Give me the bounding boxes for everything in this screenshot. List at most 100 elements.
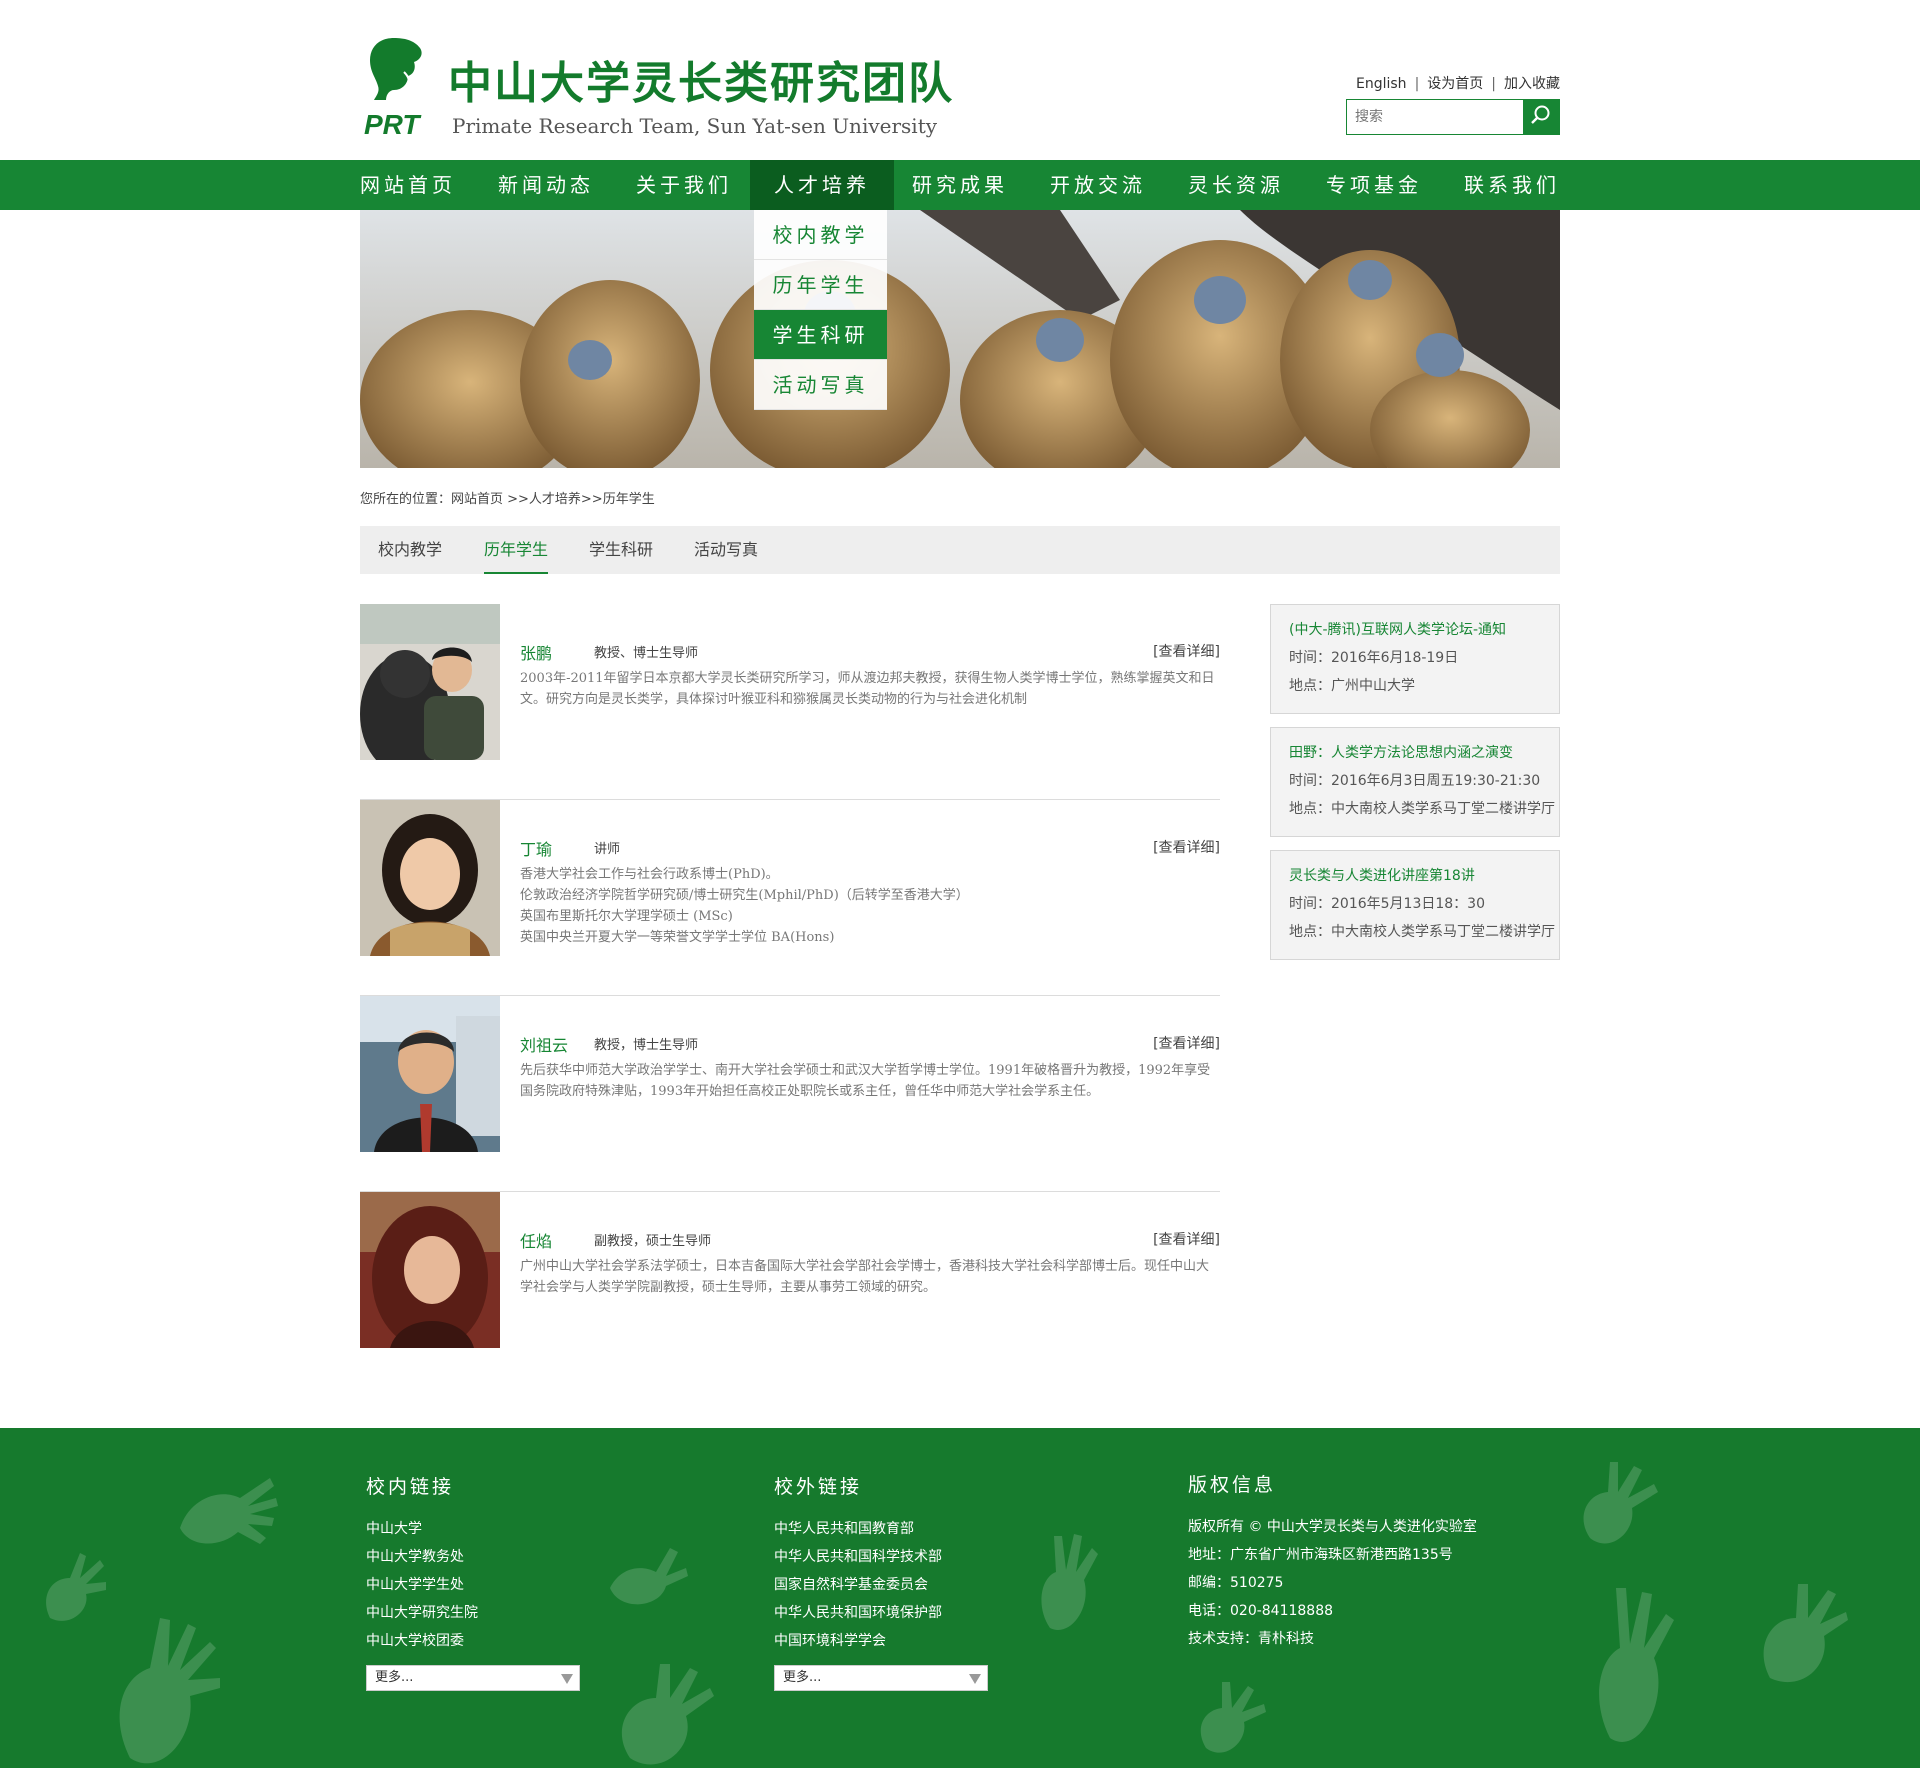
person-photo[interactable] xyxy=(360,1192,500,1348)
english-link[interactable]: English xyxy=(1356,76,1407,92)
dropdown-item-students[interactable]: 历年学生 xyxy=(754,260,887,310)
nav-item-talent[interactable]: 人才培养 xyxy=(750,160,894,210)
person-description: 香港大学社会工作与社会行政系博士(PhD)。 伦敦政治经济学院哲学研究硕/博士研… xyxy=(520,864,1220,948)
footer-link[interactable]: 国家自然科学基金委员会 xyxy=(774,1571,988,1599)
tech-support-text: 技术支持：青朴科技 xyxy=(1188,1631,1314,1647)
person-title: 讲师 xyxy=(594,842,621,857)
event-title[interactable]: 田野：人类学方法论思想内涵之演变 xyxy=(1289,744,1541,762)
search-icon xyxy=(1530,104,1552,130)
nav-item-about[interactable]: 关于我们 xyxy=(636,160,732,210)
list-item: 任焰 副教授，硕士生导师 [查看详细] 广州中山大学社会学系法学硕士，日本吉备国… xyxy=(360,1192,1220,1388)
view-detail-link[interactable]: [查看详细] xyxy=(1153,1229,1220,1249)
chevron-down-icon xyxy=(969,1674,981,1684)
people-list: 张鹏 教授、博士生导师 [查看详细] 2003年-2011年留学日本京都大学灵长… xyxy=(360,604,1220,1388)
select-value: 更多... xyxy=(783,1670,822,1685)
hand-print-icon xyxy=(1583,1462,1658,1544)
footer-link[interactable]: 中山大学研究生院 xyxy=(366,1599,580,1627)
footer-copyright: 版权信息 版权所有 © 中山大学灵长类与人类进化实验室 地址：广东省广州市海珠区… xyxy=(1188,1470,1477,1653)
view-detail-link[interactable]: [查看详细] xyxy=(1153,1033,1220,1053)
tab-teaching[interactable]: 校内教学 xyxy=(378,526,442,574)
logo-text: PRT xyxy=(364,109,422,138)
tab-students[interactable]: 历年学生 xyxy=(484,526,549,574)
view-detail-link[interactable]: [查看详细] xyxy=(1153,837,1220,857)
event-time: 时间：2016年6月18-19日 xyxy=(1289,650,1459,666)
hand-print-icon xyxy=(46,1553,106,1621)
person-name[interactable]: 张鹏 xyxy=(520,640,552,664)
list-item: 张鹏 教授、博士生导师 [查看详细] 2003年-2011年留学日本京都大学灵长… xyxy=(360,604,1220,800)
sub-tabs: 校内教学 历年学生 学生科研 活动写真 xyxy=(360,526,1560,574)
search-box xyxy=(1346,99,1560,135)
footer-link[interactable]: 中华人民共和国环境保护部 xyxy=(774,1599,988,1627)
hand-print-icon xyxy=(621,1664,714,1765)
tab-research[interactable]: 学生科研 xyxy=(589,526,653,574)
site-footer: 校内链接 中山大学 中山大学教务处 中山大学学生处 中山大学研究生院 中山大学校… xyxy=(0,1428,1920,1768)
divider: | xyxy=(1414,76,1420,92)
hand-print-icon xyxy=(1200,1682,1266,1753)
event-card: 田野：人类学方法论思想内涵之演变 时间：2016年6月3日周五19:30-21:… xyxy=(1270,727,1560,837)
person-name[interactable]: 任焰 xyxy=(520,1228,552,1252)
more-links-select[interactable]: 更多... xyxy=(366,1665,580,1691)
talent-dropdown-menu: 校内教学 历年学生 学生科研 活动写真 xyxy=(754,210,887,410)
dropdown-item-teaching[interactable]: 校内教学 xyxy=(754,210,887,260)
add-favorite-link[interactable]: 加入收藏 xyxy=(1504,76,1560,92)
list-item: 刘祖云 教授，博士生导师 [查看详细] 先后获华中师范大学政治学学士、南开大学社… xyxy=(360,996,1220,1192)
more-links-select[interactable]: 更多... xyxy=(774,1665,988,1691)
footer-link[interactable]: 中山大学 xyxy=(366,1515,580,1543)
dropdown-item-photos[interactable]: 活动写真 xyxy=(754,360,887,410)
person-name[interactable]: 丁瑜 xyxy=(520,836,552,860)
event-place: 地点：中大南校人类学系马丁堂二楼讲学厅 xyxy=(1289,924,1555,940)
nav-item-research[interactable]: 研究成果 xyxy=(912,160,1008,210)
footer-link[interactable]: 中华人民共和国教育部 xyxy=(774,1515,988,1543)
person-photo[interactable] xyxy=(360,996,500,1152)
person-title: 教授，博士生导师 xyxy=(594,1038,699,1053)
hand-print-icon xyxy=(1041,1534,1098,1630)
search-input[interactable] xyxy=(1347,100,1523,134)
address-text: 地址：广东省广州市海珠区新港西路135号 xyxy=(1188,1547,1453,1563)
person-photo[interactable] xyxy=(360,800,500,956)
hand-print-icon xyxy=(119,1618,220,1764)
footer-link[interactable]: 中国环境科学学会 xyxy=(774,1627,988,1655)
nav-item-resources[interactable]: 灵长资源 xyxy=(1188,160,1284,210)
nav-item-home[interactable]: 网站首页 xyxy=(360,160,456,210)
description-line: 伦敦政治经济学院哲学研究硕/博士研究生(Mphil/PhD)（后转学至香港大学） xyxy=(520,888,969,903)
description-line: 香港大学社会工作与社会行政系博士(PhD)。 xyxy=(520,867,779,882)
dropdown-item-research[interactable]: 学生科研 xyxy=(754,310,887,360)
phone-text: 电话：020-84118888 xyxy=(1188,1603,1334,1619)
person-photo[interactable] xyxy=(360,604,500,760)
main-nav: 网站首页 新闻动态 关于我们 人才培养 研究成果 开放交流 灵长资源 专项基金 … xyxy=(0,160,1920,210)
footer-link[interactable]: 中山大学校团委 xyxy=(366,1627,580,1655)
hand-print-icon xyxy=(610,1548,688,1605)
event-title[interactable]: 灵长类与人类进化讲座第18讲 xyxy=(1289,867,1541,885)
site-subtitle: Primate Research Team, Sun Yat-sen Unive… xyxy=(452,114,938,138)
view-detail-link[interactable]: [查看详细] xyxy=(1153,641,1220,661)
nav-item-contact[interactable]: 联系我们 xyxy=(1464,160,1560,210)
event-place: 地点：广州中山大学 xyxy=(1289,678,1415,694)
site-title: 中山大学灵长类研究团队 xyxy=(448,58,954,109)
breadcrumb: 您所在的位置：网站首页 >>人才培养>>历年学生 xyxy=(360,492,655,507)
search-button[interactable] xyxy=(1523,100,1559,134)
nav-item-exchange[interactable]: 开放交流 xyxy=(1050,160,1146,210)
site-header: PRT 中山大学灵长类研究团队 Primate Research Team, S… xyxy=(360,0,1560,160)
person-name[interactable]: 刘祖云 xyxy=(520,1032,568,1056)
list-item: 丁瑜 讲师 [查看详细] 香港大学社会工作与社会行政系博士(PhD)。 伦敦政治… xyxy=(360,800,1220,996)
select-value: 更多... xyxy=(375,1670,414,1685)
person-description: 广州中山大学社会学系法学硕士，日本吉备国际大学社会学部社会学博士，香港科技大学社… xyxy=(520,1259,1210,1295)
person-description: 先后获华中师范大学政治学学士、南开大学社会学硕士和武汉大学哲学博士学位。1991… xyxy=(520,1063,1211,1099)
footer-link[interactable]: 中山大学教务处 xyxy=(366,1543,580,1571)
event-title[interactable]: (中大-腾讯)互联网人类学论坛-通知 xyxy=(1289,621,1541,639)
footer-link[interactable]: 中华人民共和国科学技术部 xyxy=(774,1543,988,1571)
set-homepage-link[interactable]: 设为首页 xyxy=(1427,76,1483,92)
prt-logo[interactable]: PRT xyxy=(364,34,428,140)
person-title: 教授、博士生导师 xyxy=(594,646,699,661)
footer-heading: 校外链接 xyxy=(774,1476,863,1498)
nav-item-fund[interactable]: 专项基金 xyxy=(1326,160,1422,210)
nav-item-news[interactable]: 新闻动态 xyxy=(498,160,594,210)
event-time: 时间：2016年6月3日周五19:30-21:30 xyxy=(1289,773,1541,789)
event-card: 灵长类与人类进化讲座第18讲 时间：2016年5月13日18：30 地点：中大南… xyxy=(1270,850,1560,960)
hand-print-icon xyxy=(1599,1588,1674,1742)
footer-internal-links: 校内链接 中山大学 中山大学教务处 中山大学学生处 中山大学研究生院 中山大学校… xyxy=(366,1472,580,1691)
tab-photos[interactable]: 活动写真 xyxy=(694,526,758,574)
postcode-text: 邮编：510275 xyxy=(1188,1575,1284,1591)
footer-link[interactable]: 中山大学学生处 xyxy=(366,1571,580,1599)
hand-print-icon xyxy=(180,1478,278,1544)
